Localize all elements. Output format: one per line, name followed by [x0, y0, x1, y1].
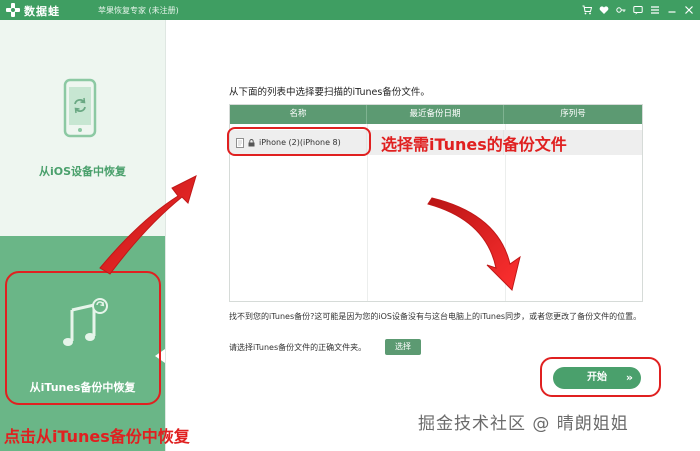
- arrow-down-icon: [427, 197, 521, 291]
- watermark: 掘金技术社区 @ 晴朗姐姐: [418, 414, 629, 434]
- callout-select-backup: 选择需iTunes的备份文件: [381, 135, 567, 154]
- app-window: 数据蛙 苹果恢复专家 (未注册) 从iOS设备中恢复 从iTunes备份中恢复 …: [0, 0, 700, 451]
- annotation-arrows: [99, 175, 521, 291]
- arrow-up-icon: [99, 175, 197, 275]
- callout-click-itunes: 点击从iTunes备份中恢复: [4, 427, 190, 446]
